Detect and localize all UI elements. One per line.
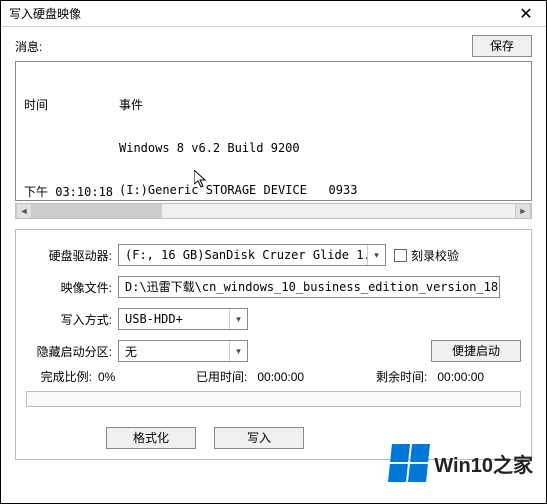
- scroll-track[interactable]: [32, 204, 515, 218]
- scroll-left-icon[interactable]: ◄: [16, 204, 32, 218]
- save-button[interactable]: 保存: [472, 35, 532, 57]
- log-row: Windows 8 v6.2 Build 9200: [24, 141, 523, 155]
- log-row: 下午 03:10:18 (I:)Generic STORAGE DEVICE 0…: [24, 183, 523, 200]
- windows-icon: [388, 444, 430, 482]
- chevron-down-icon[interactable]: ▾: [229, 309, 247, 329]
- horizontal-scrollbar[interactable]: ◄ ►: [15, 203, 532, 219]
- drive-label: 硬盘驱动器:: [26, 247, 118, 264]
- chevron-down-icon[interactable]: ▾: [229, 341, 247, 361]
- log-header-event: 事件: [119, 96, 143, 113]
- remain-label: 剩余时间:: [376, 368, 437, 385]
- logo: Win10之家: [390, 444, 533, 482]
- format-button[interactable]: 格式化: [106, 427, 196, 449]
- elapsed-label: 已用时间:: [196, 368, 257, 385]
- image-path-field[interactable]: D:\迅雷下载\cn_windows_10_business_edition_v…: [118, 276, 500, 298]
- window-title: 写入硬盘映像: [9, 5, 506, 22]
- logo-text: Win10之家: [434, 449, 533, 478]
- scroll-right-icon[interactable]: ►: [515, 204, 531, 218]
- write-mode-combo[interactable]: USB-HDD+ ▾: [118, 308, 248, 330]
- form-panel: 硬盘驱动器: (F:, 16 GB)SanDisk Cruzer Glide 1…: [15, 229, 532, 460]
- titlebar: 写入硬盘映像 ✕: [1, 1, 546, 27]
- chevron-down-icon[interactable]: ▾: [367, 245, 385, 265]
- close-icon[interactable]: ✕: [506, 1, 546, 27]
- percent-label: 完成比例:: [26, 368, 98, 385]
- checkbox-icon[interactable]: [394, 249, 407, 262]
- drive-combo[interactable]: (F:, 16 GB)SanDisk Cruzer Glide 1.27 ▾: [118, 244, 386, 266]
- percent-value: 0%: [98, 370, 115, 384]
- portable-boot-button[interactable]: 便捷启动: [431, 340, 521, 362]
- scroll-thumb[interactable]: [32, 204, 162, 218]
- message-label: 消息:: [15, 38, 472, 55]
- log-panel: 时间 事件 Windows 8 v6.2 Build 9200 下午 03:10…: [15, 61, 532, 201]
- verify-checkbox[interactable]: 刻录校验: [394, 247, 459, 264]
- image-label: 映像文件:: [26, 279, 118, 296]
- write-mode-label: 写入方式:: [26, 311, 118, 328]
- progress-bar: [26, 391, 521, 407]
- elapsed-value: 00:00:00: [257, 370, 304, 384]
- remain-value: 00:00:00: [437, 370, 484, 384]
- hidden-partition-label: 隐藏启动分区:: [26, 343, 118, 360]
- log-header-time: 时间: [24, 96, 119, 113]
- hidden-partition-combo[interactable]: 无 ▾: [118, 340, 248, 362]
- write-button[interactable]: 写入: [214, 427, 304, 449]
